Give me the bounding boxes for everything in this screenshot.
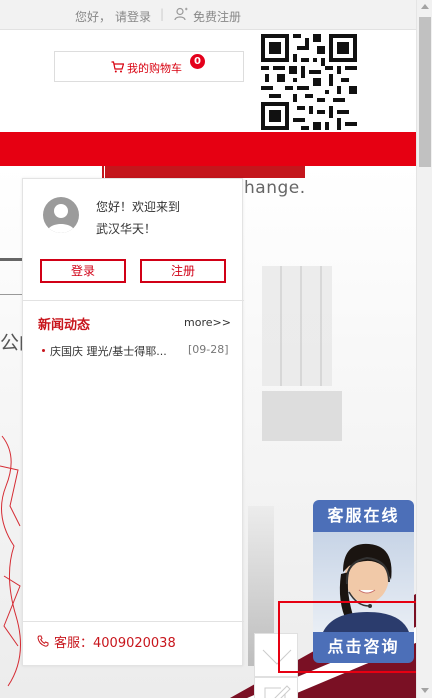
news-more-link[interactable]: more>> — [184, 316, 231, 329]
bullet-icon — [42, 349, 45, 352]
scroll-down-arrow-icon[interactable] — [421, 688, 429, 693]
banner-office-window — [262, 266, 332, 386]
welcome-line-1: 您好！欢迎来到 — [96, 200, 181, 214]
login-link[interactable]: 请登录 — [115, 8, 151, 25]
page-scrollbar[interactable] — [416, 0, 432, 698]
banner-tagline: hange. — [244, 178, 306, 198]
avatar-icon — [43, 197, 79, 233]
banner-decor-line — [0, 258, 24, 261]
register-button[interactable]: 注册 — [140, 259, 226, 283]
news-section-title: 新闻动态 — [38, 318, 91, 333]
greeting-text: 您好， — [75, 10, 112, 24]
banner-office-desk — [262, 391, 342, 441]
cs-head-label: 客服在线 — [313, 500, 414, 532]
banner-decor-line-thin — [0, 294, 24, 295]
cart-icon — [111, 61, 124, 73]
cart-count-badge: 0 — [190, 54, 205, 69]
welcome-text: 您好！欢迎来到 武汉华天！ — [96, 196, 226, 240]
phone-icon — [37, 635, 49, 647]
news-item[interactable]: 庆国庆 理光/基士得耶... [09-28] — [38, 343, 233, 361]
banner-sketch-illustration — [0, 435, 21, 687]
panel-footer-divider — [23, 621, 244, 622]
edit-icon — [264, 685, 291, 698]
login-button[interactable]: 登录 — [40, 259, 126, 283]
qr-code-icon — [261, 34, 357, 130]
register-link[interactable]: 免费注册 — [193, 8, 241, 25]
feedback-button[interactable] — [254, 677, 298, 698]
panel-divider — [23, 300, 244, 301]
news-item-title: 庆国庆 理光/基士得耶... — [50, 345, 167, 358]
cart-label: 我的购物车 — [127, 62, 182, 75]
scrollbar-thumb[interactable] — [419, 17, 431, 167]
brand-logo-strip — [105, 166, 305, 178]
cart-button[interactable]: 我的购物车 0 — [54, 51, 244, 82]
user-icon — [174, 7, 188, 21]
service-phone: 客服：4009020038 — [54, 636, 176, 651]
user-panel: 您好！欢迎来到 武汉华天！ 登录 注册 新闻动态 more>> 庆国庆 理光/基… — [22, 178, 244, 666]
highlight-box — [278, 601, 429, 673]
separator: | — [160, 7, 165, 21]
main-nav-bar — [0, 132, 416, 166]
scroll-up-arrow-icon[interactable] — [421, 4, 429, 9]
welcome-line-2: 武汉华天！ — [96, 222, 157, 236]
top-bar: 您好， 请登录 | 免费注册 — [0, 0, 416, 30]
news-item-date: [09-28] — [188, 343, 229, 356]
